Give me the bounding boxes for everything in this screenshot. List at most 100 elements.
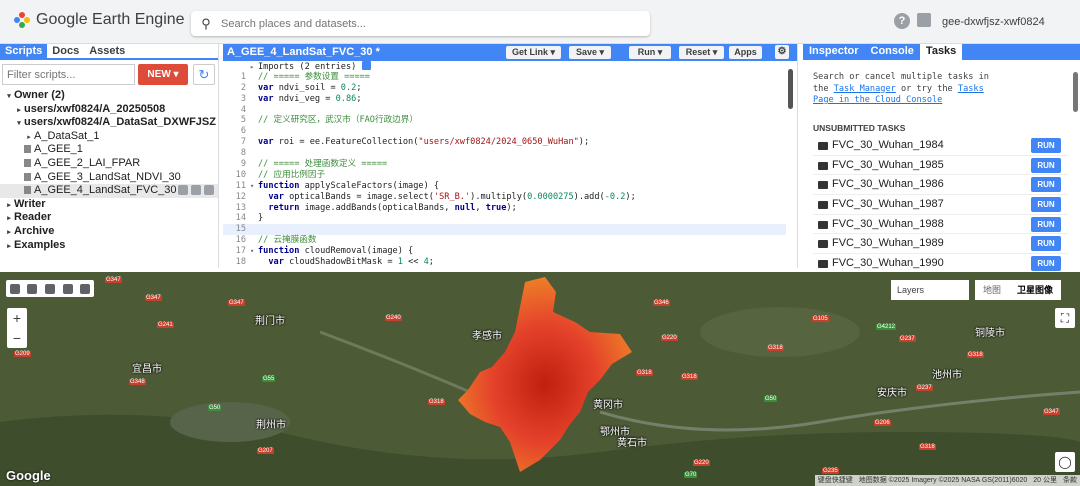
zoom-in-button[interactable]: +: [7, 308, 27, 328]
tree-item[interactable]: ▸ Archive: [0, 225, 218, 239]
code-line[interactable]: 9 // ===== 处理函数定义 =====: [223, 159, 786, 170]
keyboard-shortcuts-link[interactable]: 键盘快捷键: [818, 475, 853, 486]
rectangle-tool-icon[interactable]: [80, 283, 91, 294]
filter-scripts-input[interactable]: [2, 64, 135, 85]
layers-button[interactable]: Layers: [891, 280, 969, 300]
chevron-right-icon[interactable]: ▸: [24, 131, 34, 145]
app-logo[interactable]: Google Earth Engine: [14, 11, 185, 29]
code-line[interactable]: 5 // 定义研究区，武汉市（FAO行政边界）: [223, 115, 786, 126]
code-line[interactable]: 4: [223, 105, 786, 116]
chevron-right-icon[interactable]: ▸: [4, 199, 14, 213]
run-task-button[interactable]: RUN: [1031, 216, 1061, 232]
pegman-icon[interactable]: ◯: [1055, 452, 1075, 472]
chevron-down-icon[interactable]: ▾: [14, 117, 24, 131]
code-text[interactable]: var opticalBands = image.select('SR_B.')…: [258, 192, 635, 202]
refresh-icon[interactable]: ↻: [193, 64, 215, 85]
code-line[interactable]: 17 ▾ function cloudRemoval(image) {: [223, 246, 786, 257]
task-manager-link[interactable]: Task Manager: [834, 84, 896, 94]
marker-tool-icon[interactable]: [27, 283, 38, 294]
code-line[interactable]: 18 var cloudShadowBitMask = 1 << 4;: [223, 257, 786, 268]
code-line[interactable]: 16 // 云掩膜函数: [223, 235, 786, 246]
code-line[interactable]: 7 var roi = ee.FeatureCollection("users/x…: [223, 137, 786, 148]
cloud-console-link[interactable]: Page in the Cloud Console: [813, 95, 942, 105]
code-line[interactable]: 15: [223, 224, 786, 236]
imports-icon[interactable]: [361, 61, 371, 70]
code-text[interactable]: var roi = ee.FeatureCollection("users/xw…: [258, 137, 589, 147]
code-line[interactable]: 10 // 应用比例因子: [223, 170, 786, 181]
tree-item[interactable]: ▸ A_DataSat_1: [0, 130, 218, 144]
zoom-out-button[interactable]: −: [7, 328, 27, 348]
tree-item[interactable]: ▾ Owner (2): [0, 89, 218, 103]
code-text[interactable]: // ===== 处理函数定义 =====: [258, 159, 387, 169]
code-line[interactable]: 11 ▾ function applyScaleFactors(image) {: [223, 181, 786, 192]
code-line[interactable]: 8: [223, 148, 786, 159]
tree-item[interactable]: ▸ users/xwf0824/A_20250508: [0, 103, 218, 117]
tree-item[interactable]: ▸ Writer: [0, 198, 218, 212]
tree-item[interactable]: ▸ Reader: [0, 211, 218, 225]
tab-tasks[interactable]: Tasks: [919, 44, 963, 60]
code-area[interactable]: ▸ Imports (2 entries) 1 // ===== 参数设置 ====…: [223, 61, 786, 268]
gear-icon[interactable]: ⚙: [775, 45, 789, 59]
get-link-button[interactable]: Get Link ▾: [506, 46, 561, 59]
code-text[interactable]: // 定义研究区，武汉市（FAO行政边界）: [258, 115, 418, 125]
editor-scrollbar[interactable]: [788, 69, 793, 109]
code-text[interactable]: return image.addBands(opticalBands, null…: [258, 203, 516, 213]
run-button[interactable]: Run ▾: [629, 46, 671, 59]
code-text[interactable]: // ===== 参数设置 =====: [258, 72, 370, 82]
map-type-satellite[interactable]: 卫星图像: [1009, 280, 1062, 300]
account-name[interactable]: gee-dxwfjsz-xwf0824: [942, 16, 1045, 28]
tab-assets[interactable]: Assets: [84, 44, 130, 58]
edit-icon[interactable]: [191, 185, 201, 196]
fold-icon[interactable]: ▾: [250, 246, 258, 257]
fullscreen-icon[interactable]: ⛶: [1055, 308, 1075, 328]
code-text[interactable]: // 云掩膜函数: [258, 235, 317, 245]
fold-icon[interactable]: ▾: [250, 181, 258, 192]
code-text[interactable]: var cloudShadowBitMask = 1 << 4;: [258, 257, 434, 267]
tab-console[interactable]: Console: [865, 44, 920, 60]
search-bar[interactable]: ⚲: [191, 11, 650, 36]
code-line[interactable]: 12 var opticalBands = image.select('SR_B…: [223, 192, 786, 203]
notification-icon[interactable]: [917, 13, 931, 27]
code-line[interactable]: 1 // ===== 参数设置 =====: [223, 72, 786, 83]
tree-item[interactable]: A_GEE_2_LAI_FPAR: [0, 157, 218, 171]
code-text[interactable]: var ndvi_soil = 0.2;: [258, 83, 362, 93]
code-text[interactable]: }: [258, 213, 263, 223]
search-input[interactable]: [221, 17, 650, 30]
chevron-right-icon[interactable]: ▸: [14, 104, 24, 118]
run-task-button[interactable]: RUN: [1031, 157, 1061, 173]
line-tool-icon[interactable]: [44, 283, 55, 294]
code-line[interactable]: 6: [223, 126, 786, 137]
run-task-button[interactable]: RUN: [1031, 256, 1061, 272]
map-type-map[interactable]: 地图: [975, 280, 1010, 300]
tree-item[interactable]: A_GEE_1: [0, 143, 218, 157]
code-text[interactable]: function cloudRemoval(image) {: [258, 246, 413, 256]
code-line[interactable]: 13 return image.addBands(opticalBands, n…: [223, 203, 786, 214]
help-icon[interactable]: ?: [894, 13, 910, 29]
code-line[interactable]: 2 var ndvi_soil = 0.2;: [223, 83, 786, 94]
tab-scripts[interactable]: Scripts: [0, 44, 48, 58]
apps-button[interactable]: Apps: [729, 46, 762, 59]
terms-link[interactable]: 条款: [1063, 475, 1077, 486]
chevron-right-icon[interactable]: ▸: [4, 212, 14, 226]
tab-docs[interactable]: Docs: [47, 44, 84, 58]
delete-icon[interactable]: [204, 185, 214, 196]
run-task-button[interactable]: RUN: [1031, 138, 1061, 153]
tab-inspector[interactable]: Inspector: [803, 44, 865, 60]
tree-item[interactable]: A_GEE_3_LandSat_NDVI_30: [0, 171, 218, 185]
tree-item[interactable]: ▸ Examples: [0, 239, 218, 253]
chevron-right-icon[interactable]: ▸: [4, 240, 14, 254]
chevron-down-icon[interactable]: ▾: [4, 90, 14, 104]
polygon-tool-icon[interactable]: [62, 283, 73, 294]
tree-item[interactable]: ▾ users/xwf0824/A_DataSat_DXWFJSZ: [0, 116, 218, 130]
imports-line[interactable]: ▸ Imports (2 entries): [223, 61, 786, 72]
tree-item[interactable]: A_GEE_4_LandSat_FVC_30: [0, 184, 218, 198]
run-task-button[interactable]: RUN: [1031, 236, 1061, 252]
imports-label[interactable]: Imports (2 entries): [258, 62, 356, 72]
map-view[interactable]: + − Layers 地图 卫星图像 ⛶ ◯ Google 键盘快捷键 地图数据…: [0, 272, 1080, 486]
new-button[interactable]: NEW ▾: [138, 64, 188, 85]
tasks-link[interactable]: Tasks: [958, 84, 984, 94]
tasks-scrollbar[interactable]: [1073, 72, 1078, 112]
code-text[interactable]: // 应用比例因子: [258, 170, 325, 180]
code-line[interactable]: 3 var ndvi_veg = 0.86;: [223, 94, 786, 105]
code-text[interactable]: function applyScaleFactors(image) {: [258, 181, 439, 191]
